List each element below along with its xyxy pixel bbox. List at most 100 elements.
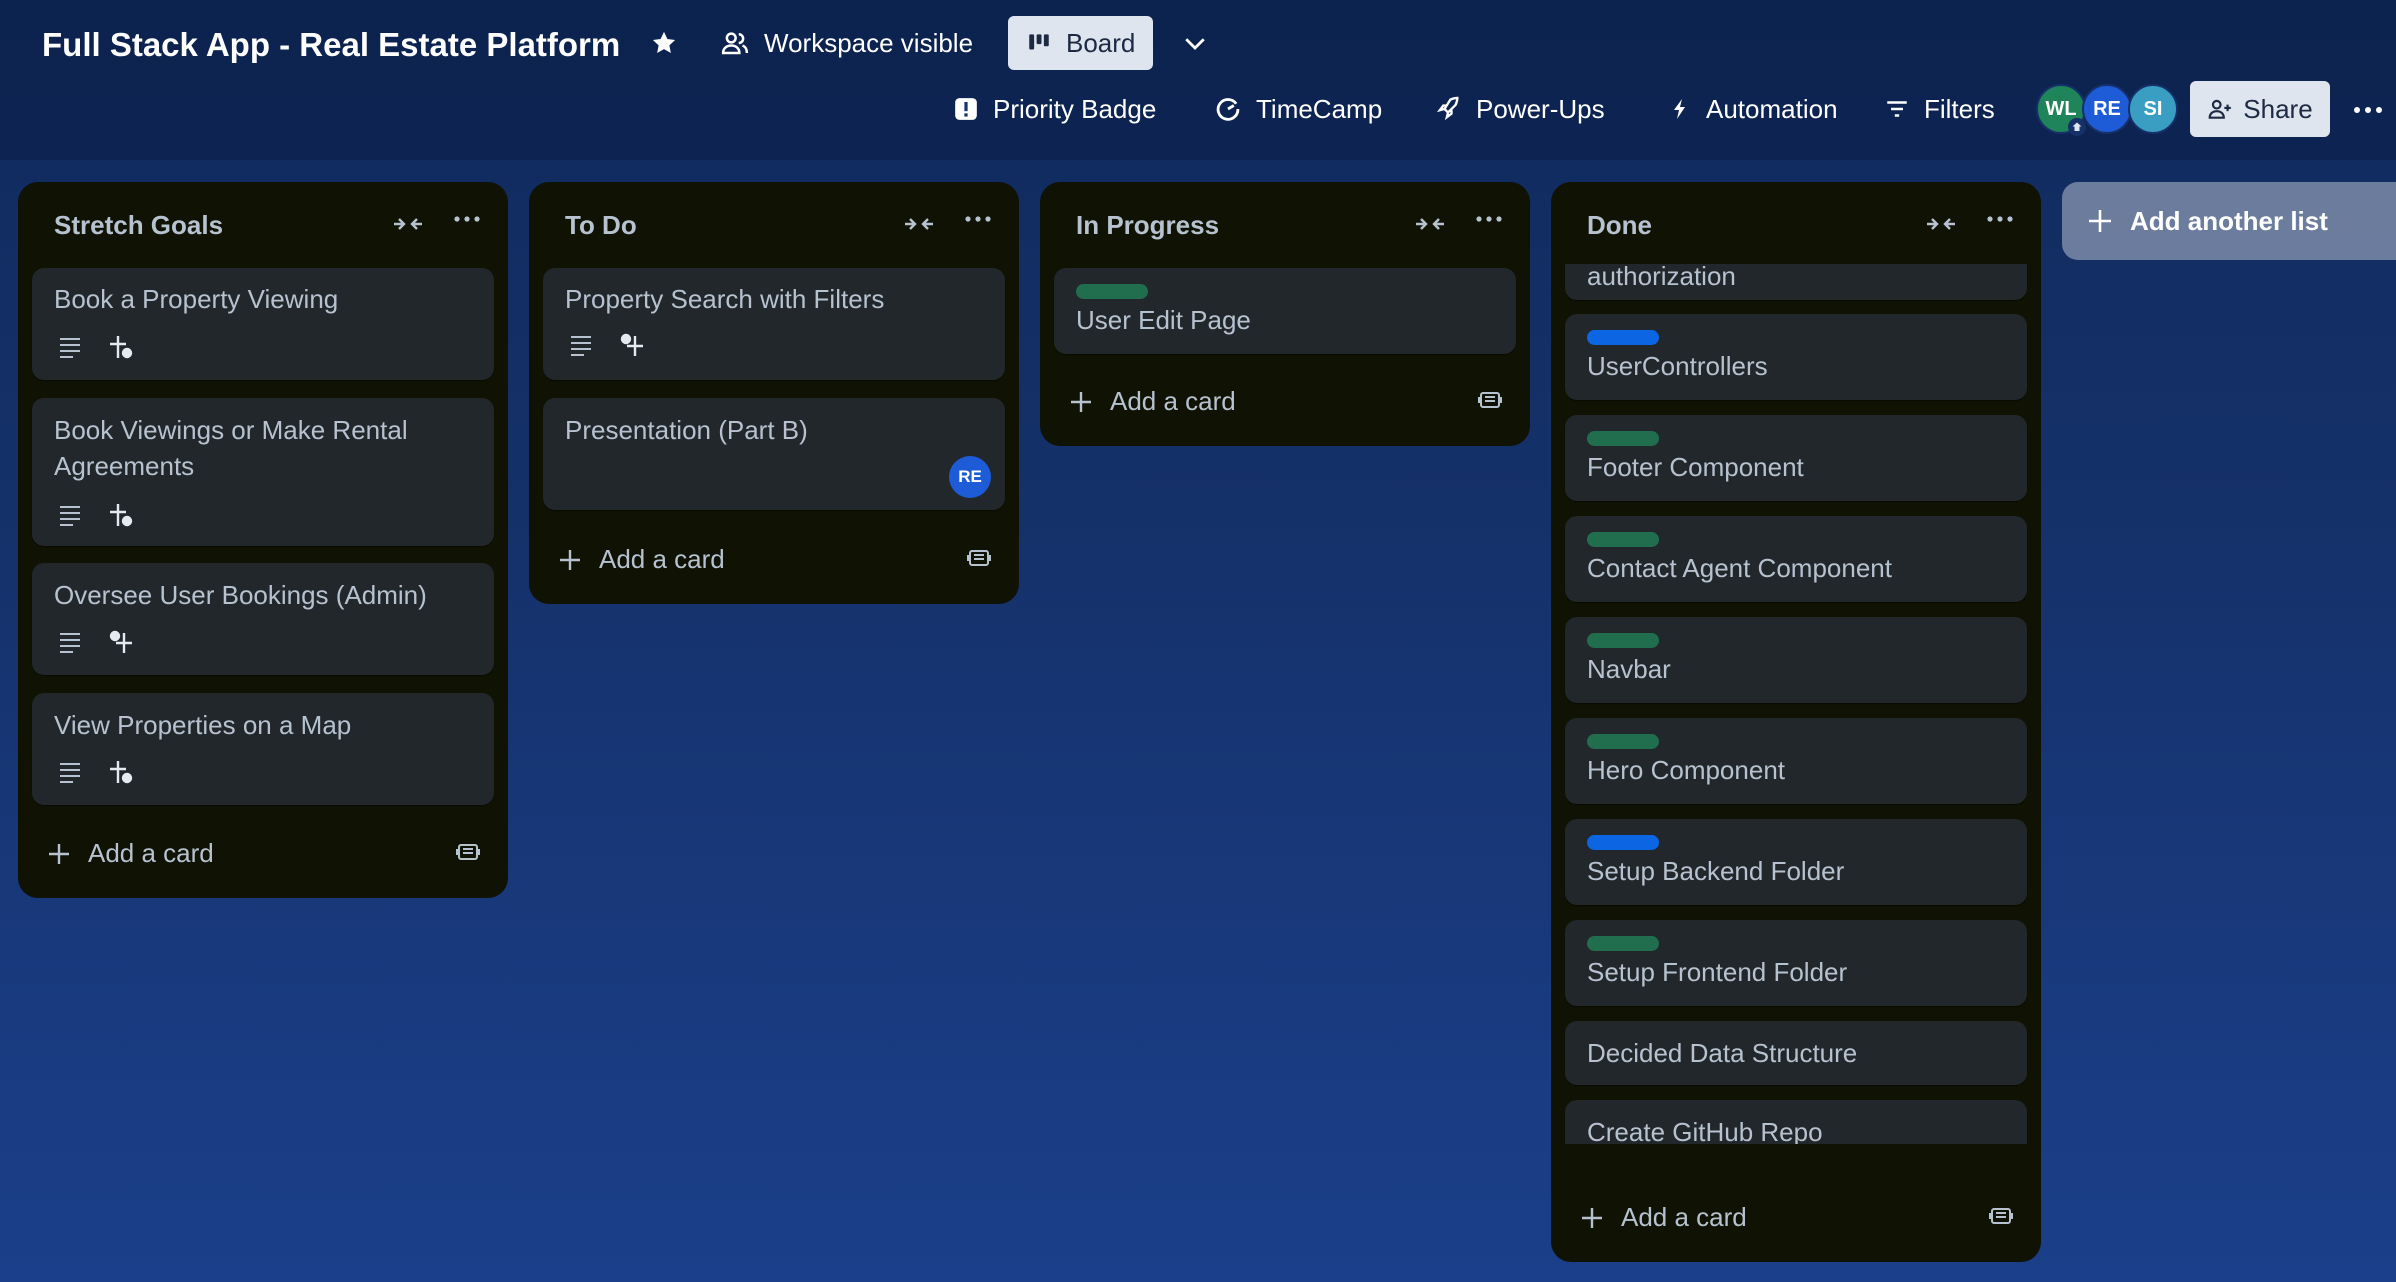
board-header: Full Stack App - Real Estate Platform Wo… bbox=[0, 0, 2396, 160]
card-badges bbox=[569, 332, 645, 358]
automation-button[interactable]: Automation bbox=[1650, 82, 1856, 136]
card[interactable]: Hero Component bbox=[1565, 718, 2027, 804]
list-menu-button[interactable] bbox=[965, 210, 991, 228]
automation-label: Automation bbox=[1706, 93, 1838, 124]
card-title: UserControllers bbox=[1587, 351, 1768, 381]
card-title: Book Viewings or Make Rental Agreements bbox=[54, 415, 408, 481]
power-ups-button[interactable]: Power-Ups bbox=[1416, 82, 1623, 136]
share-label: Share bbox=[2243, 93, 2313, 124]
plus-icon bbox=[2089, 210, 2111, 232]
list-stretch-goals: Stretch Goals Book a Property Viewing Bo… bbox=[18, 182, 508, 898]
label-green[interactable] bbox=[1587, 431, 1659, 446]
view-switcher-button[interactable] bbox=[1170, 16, 1220, 70]
label-green[interactable] bbox=[1587, 734, 1659, 749]
filters-label: Filters bbox=[1924, 93, 1995, 124]
card[interactable]: Property Search with Filters bbox=[543, 268, 1005, 380]
board-title[interactable]: Full Stack App - Real Estate Platform bbox=[42, 22, 620, 68]
label-green[interactable] bbox=[1587, 936, 1659, 951]
card[interactable]: Setup Backend Folder bbox=[1565, 819, 2027, 905]
board-members: WL RE SI bbox=[2036, 84, 2178, 136]
list-menu-button[interactable] bbox=[1987, 210, 2013, 228]
priority-badge-button[interactable]: Priority Badge bbox=[935, 82, 1174, 136]
filters-button[interactable]: Filters bbox=[1866, 82, 2013, 136]
add-list-label: Add another list bbox=[2130, 205, 2328, 236]
template-icon bbox=[1478, 392, 1502, 408]
add-card-label: Add a card bbox=[1621, 1202, 1747, 1232]
card-title: Setup Frontend Folder bbox=[1587, 957, 1848, 987]
label-green[interactable] bbox=[1587, 633, 1659, 648]
card[interactable]: Book a Property Viewing bbox=[32, 268, 494, 380]
card[interactable]: UserControllers bbox=[1565, 314, 2027, 400]
power-ups-label: Power-Ups bbox=[1476, 93, 1605, 124]
more-icon bbox=[454, 216, 480, 222]
timecamp-button[interactable]: TimeCamp bbox=[1196, 82, 1400, 136]
card-title: View Properties on a Map bbox=[54, 710, 352, 740]
add-card-button[interactable]: Add a card bbox=[1581, 1202, 1747, 1233]
visibility-label: Workspace visible bbox=[764, 27, 974, 58]
description-icon bbox=[571, 336, 591, 356]
collapse-list-button[interactable] bbox=[1414, 210, 1446, 243]
card[interactable]: Book Viewings or Make Rental Agreements bbox=[32, 398, 494, 546]
collapse-list-button[interactable] bbox=[392, 210, 424, 243]
collapse-list-button[interactable] bbox=[903, 210, 935, 243]
share-button[interactable]: Share bbox=[2190, 81, 2330, 137]
card-title: Setup Backend Folder bbox=[1587, 856, 1845, 886]
collapse-list-button[interactable] bbox=[1925, 210, 1957, 243]
list-title[interactable]: Stretch Goals bbox=[54, 210, 223, 241]
board-view-label: Board bbox=[1066, 27, 1136, 58]
card[interactable]: Decided Data Structure bbox=[1565, 1021, 2027, 1085]
label-green[interactable] bbox=[1587, 532, 1659, 547]
avatar[interactable]: RE bbox=[2082, 84, 2132, 134]
list-in-progress: In Progress User Edit Page Add a card bbox=[1040, 182, 1530, 446]
create-from-template-button[interactable] bbox=[1989, 1204, 2013, 1233]
avatar[interactable]: SI bbox=[2128, 84, 2178, 134]
card[interactable]: Navbar bbox=[1565, 617, 2027, 703]
plus-icon bbox=[49, 843, 69, 864]
add-card-button[interactable]: Add a card bbox=[559, 544, 725, 575]
done-cards-viewport[interactable]: authorization UserControllers Footer Com… bbox=[1551, 264, 2041, 1144]
card[interactable]: Contact Agent Component bbox=[1565, 516, 2027, 602]
card-title: Hero Component bbox=[1587, 755, 1785, 785]
board-view-button[interactable]: Board bbox=[1008, 16, 1154, 70]
card-title: Presentation (Part B) bbox=[565, 415, 808, 445]
add-card-label: Add a card bbox=[88, 838, 214, 868]
plus-icon bbox=[1582, 1207, 1602, 1228]
label-green[interactable] bbox=[1076, 284, 1148, 299]
card[interactable]: Oversee User Bookings (Admin) bbox=[32, 563, 494, 675]
list-title[interactable]: To Do bbox=[565, 210, 637, 241]
add-card-button[interactable]: Add a card bbox=[48, 838, 214, 869]
card[interactable]: Presentation (Part B) RE bbox=[543, 398, 1005, 510]
checklist-icon bbox=[110, 761, 133, 784]
list-menu-button[interactable] bbox=[1476, 210, 1502, 228]
add-card-button[interactable]: Add a card bbox=[1070, 386, 1236, 417]
card[interactable]: authorization bbox=[1565, 264, 2027, 300]
create-from-template-button[interactable] bbox=[456, 840, 480, 869]
checklist-icon bbox=[110, 504, 133, 527]
card[interactable]: Setup Frontend Folder bbox=[1565, 920, 2027, 1006]
add-list-button[interactable]: Add another list bbox=[2062, 182, 2396, 260]
list-menu-button[interactable] bbox=[454, 210, 480, 228]
list-title[interactable]: In Progress bbox=[1076, 210, 1219, 241]
board-menu-button[interactable] bbox=[2348, 90, 2388, 130]
visibility-button[interactable]: Workspace visible bbox=[702, 16, 991, 70]
list-title[interactable]: Done bbox=[1587, 210, 1652, 241]
chevron-down-icon bbox=[1185, 38, 1205, 50]
label-blue[interactable] bbox=[1587, 330, 1659, 345]
star-board-button[interactable] bbox=[640, 16, 688, 70]
card[interactable]: Footer Component bbox=[1565, 415, 2027, 501]
create-from-template-button[interactable] bbox=[967, 546, 991, 575]
plus-icon bbox=[1071, 391, 1091, 412]
card[interactable]: Create GitHub Repo bbox=[1565, 1100, 2027, 1144]
create-from-template-button[interactable] bbox=[1478, 388, 1502, 417]
more-icon bbox=[2354, 107, 2382, 113]
label-blue[interactable] bbox=[1587, 835, 1659, 850]
add-card-label: Add a card bbox=[1110, 386, 1236, 416]
timecamp-icon bbox=[1216, 98, 1240, 121]
avatar[interactable]: RE bbox=[949, 456, 991, 498]
card[interactable]: User Edit Page bbox=[1054, 268, 1516, 354]
board-view-icon bbox=[1029, 34, 1049, 50]
card[interactable]: View Properties on a Map bbox=[32, 693, 494, 805]
plus-icon bbox=[560, 549, 580, 570]
avatar[interactable]: WL bbox=[2036, 84, 2086, 136]
timecamp-label: TimeCamp bbox=[1256, 93, 1383, 124]
